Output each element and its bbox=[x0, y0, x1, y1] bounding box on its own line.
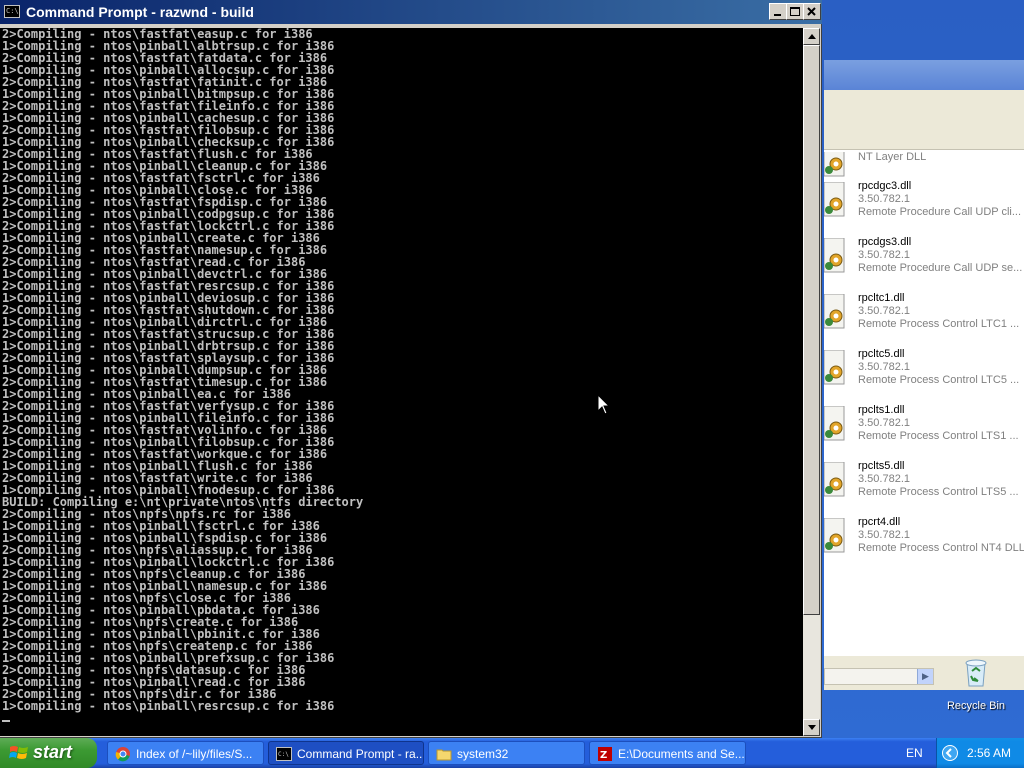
dll-file-icon bbox=[824, 349, 850, 386]
taskbar: start Index of /~lily/files/S... C:\ Com… bbox=[0, 738, 1024, 768]
dll-file-icon bbox=[824, 461, 850, 498]
mouse-pointer-icon bbox=[597, 394, 611, 415]
file-item[interactable]: rpcltc1.dll 3.50.782.1 Remote Process Cont… bbox=[824, 288, 1024, 344]
dll-file-icon bbox=[824, 517, 850, 554]
dll-file-icon bbox=[824, 293, 850, 330]
maximize-icon bbox=[790, 7, 800, 16]
dll-file-icon bbox=[824, 152, 850, 178]
file-version: 3.50.782.1 bbox=[858, 473, 910, 485]
minimize-icon bbox=[774, 14, 781, 16]
close-icon bbox=[807, 7, 816, 16]
file-name: rpcltc1.dll bbox=[858, 292, 905, 304]
taskbar-item-label: Index of /~lily/files/S... bbox=[136, 747, 253, 761]
file-name: rpcdgc3.dll bbox=[858, 180, 912, 192]
taskbar-item-explorer[interactable]: system32 bbox=[428, 741, 585, 765]
chrome-icon bbox=[115, 747, 130, 762]
file-desc: Remote Procedure Call UDP cli... bbox=[858, 206, 1022, 218]
explorer-hscrollbar[interactable]: ▶ bbox=[824, 668, 934, 685]
text-cursor bbox=[2, 720, 10, 722]
dll-file-icon bbox=[824, 405, 850, 442]
system-tray: 2:56 AM bbox=[936, 738, 1024, 768]
taskbar-item-label: system32 bbox=[457, 747, 509, 761]
console-text: 2>Compiling - ntos\fastfat\easup.c for i… bbox=[2, 28, 363, 712]
taskbar-item-browser[interactable]: Index of /~lily/files/S... bbox=[107, 741, 264, 765]
file-item[interactable]: rpcltc5.dll 3.50.782.1 Remote Process Cont… bbox=[824, 344, 1024, 400]
file-item[interactable]: rpcrt4.dll 3.50.782.1 Remote Process Contr… bbox=[824, 512, 1024, 568]
scroll-down-icon bbox=[808, 725, 816, 730]
filezilla-icon: Z bbox=[598, 747, 612, 761]
file-item[interactable]: rpcdgc3.dll 3.50.782.1 Remote Procedure Ca… bbox=[824, 176, 1024, 232]
close-button[interactable] bbox=[803, 3, 821, 20]
recycle-bin-label: Recycle Bin bbox=[946, 700, 1006, 712]
file-item[interactable]: rpclts1.dll 3.50.782.1 Remote Process Cont… bbox=[824, 400, 1024, 456]
scroll-up-icon bbox=[808, 34, 816, 39]
file-version: 3.50.782.1 bbox=[858, 249, 910, 261]
start-label: start bbox=[33, 742, 73, 762]
taskbar-item-filezilla[interactable]: Z E:\Documents and Se... bbox=[589, 741, 746, 765]
taskbar-item-label: E:\Documents and Se... bbox=[618, 747, 745, 761]
file-desc: Remote Process Control LTS5 ... bbox=[858, 486, 1019, 498]
show-hidden-icons-button[interactable] bbox=[942, 745, 958, 761]
taskbar-item-command-prompt[interactable]: C:\ Command Prompt - ra... bbox=[268, 741, 424, 765]
file-item[interactable]: rpcdgs3.dll 3.50.782.1 Remote Procedure Ca… bbox=[824, 232, 1024, 288]
maximize-button[interactable] bbox=[786, 3, 804, 20]
file-name: rpcrt4.dll bbox=[858, 516, 901, 528]
console-icon[interactable]: C:\ bbox=[4, 5, 20, 18]
scroll-right-arrow-icon[interactable]: ▶ bbox=[917, 669, 933, 684]
windows-logo-icon bbox=[9, 746, 28, 759]
file-version: 3.50.782.1 bbox=[858, 361, 910, 373]
file-version: 3.50.782.1 bbox=[858, 305, 910, 317]
console-vscrollbar[interactable] bbox=[803, 28, 820, 736]
recycle-bin-icon bbox=[965, 659, 987, 687]
scroll-thumb[interactable] bbox=[803, 45, 820, 615]
console-line: 1>Compiling - ntos\pinball\resrcsup.c fo… bbox=[2, 699, 335, 713]
file-name: rpclts5.dll bbox=[858, 460, 905, 472]
file-desc: Remote Process Control LTC5 ... bbox=[858, 374, 1020, 386]
language-indicator[interactable]: EN bbox=[906, 746, 923, 760]
folder-icon bbox=[436, 749, 452, 761]
chevron-left-icon bbox=[945, 748, 952, 758]
clock[interactable]: 2:56 AM bbox=[967, 746, 1011, 760]
svg-text:C:\: C:\ bbox=[278, 751, 289, 758]
console-output[interactable]: 2>Compiling - ntos\fastfat\easup.c for i… bbox=[0, 28, 803, 736]
file-desc: NT Layer DLL bbox=[858, 152, 927, 163]
file-version: 3.50.782.1 bbox=[858, 193, 910, 205]
scroll-down-button[interactable] bbox=[803, 719, 820, 736]
file-version: 3.50.782.1 bbox=[858, 417, 910, 429]
file-name: rpcdgs3.dll bbox=[858, 236, 912, 248]
file-item[interactable]: rpclts5.dll 3.50.782.1 Remote Process Cont… bbox=[824, 456, 1024, 512]
start-button[interactable]: start bbox=[0, 738, 97, 768]
file-desc: Remote Process Control LTC1 ... bbox=[858, 318, 1020, 330]
svg-text:Z: Z bbox=[600, 750, 607, 761]
taskbar-item-label: Command Prompt - ra... bbox=[297, 747, 424, 761]
file-list: 3.50.782.1NT Layer DLLrpcdgc3.dll3.50.78… bbox=[824, 152, 1024, 652]
file-name: rpclts1.dll bbox=[858, 404, 905, 416]
explorer-toolbar bbox=[824, 90, 1024, 150]
file-desc: Remote Process Control LTS1 ... bbox=[858, 430, 1019, 442]
console-titlebar[interactable]: C:\ Command Prompt - razwnd - build bbox=[0, 0, 822, 24]
file-version: 3.50.782.1 bbox=[858, 529, 910, 541]
window-title: Command Prompt - razwnd - build bbox=[26, 4, 254, 20]
console-icon: C:\ bbox=[276, 747, 292, 761]
file-name: rpcltc5.dll bbox=[858, 348, 905, 360]
explorer-window[interactable]: 3.50.782.1NT Layer DLLrpcdgc3.dll3.50.78… bbox=[824, 60, 1024, 690]
command-prompt-window[interactable]: C:\ Command Prompt - razwnd - build 2>Co… bbox=[0, 0, 822, 738]
recycle-bin[interactable]: Recycle Bin bbox=[938, 656, 1014, 716]
minimize-button[interactable] bbox=[769, 3, 787, 20]
dll-file-icon bbox=[824, 237, 850, 274]
dll-file-icon bbox=[824, 181, 850, 218]
file-desc: Remote Procedure Call UDP se... bbox=[858, 262, 1023, 274]
file-desc: Remote Process Control NT4 DLL bbox=[858, 542, 1024, 554]
explorer-titlebar[interactable] bbox=[824, 60, 1024, 90]
scroll-up-button[interactable] bbox=[803, 28, 820, 45]
